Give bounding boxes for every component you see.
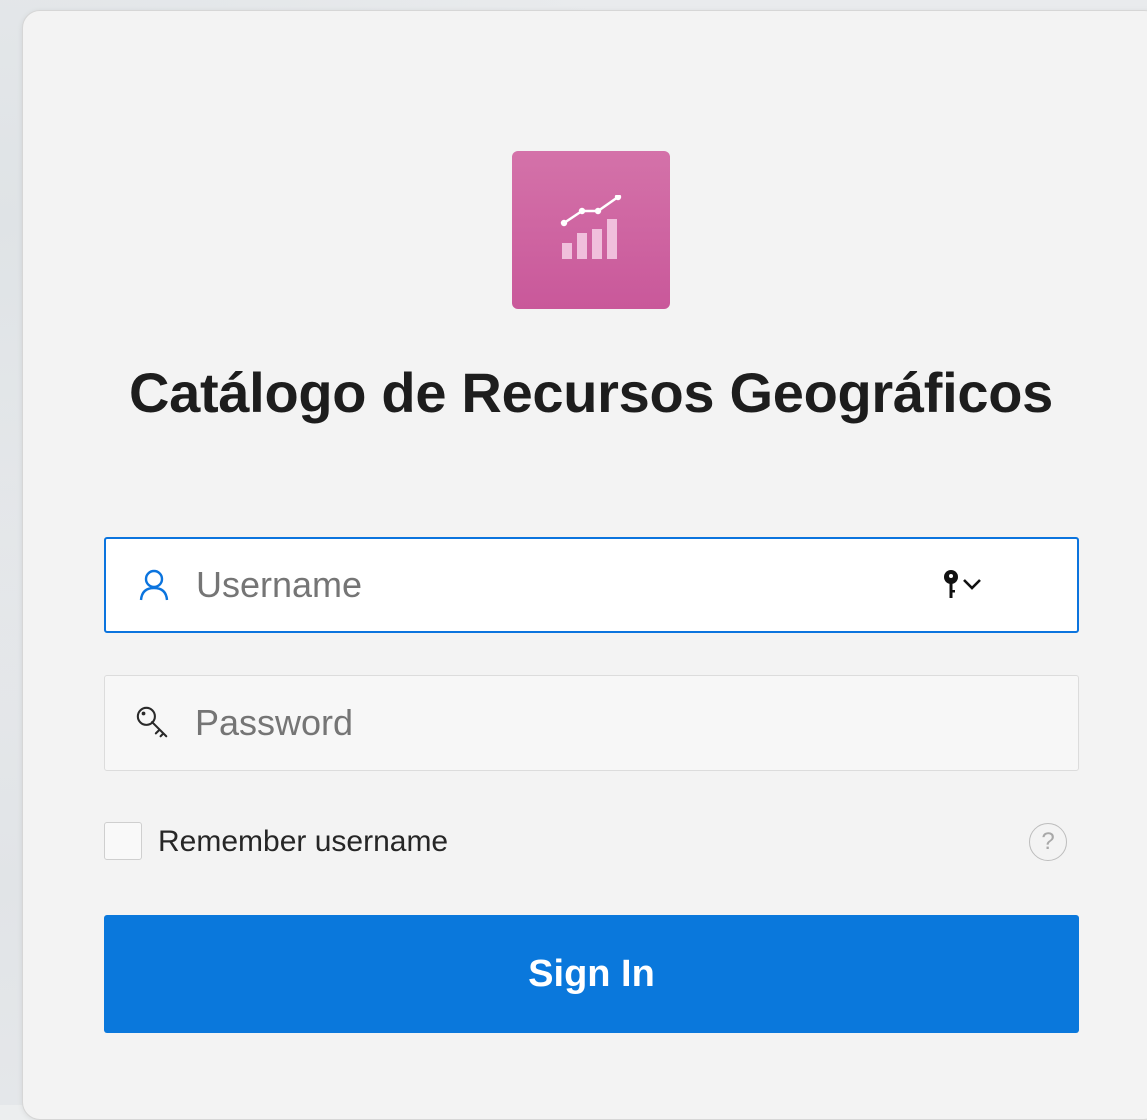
username-input[interactable] xyxy=(196,539,896,631)
key-icon xyxy=(135,705,171,741)
user-icon xyxy=(136,567,172,603)
remember-checkbox[interactable] xyxy=(104,822,142,860)
app-logo xyxy=(512,151,670,309)
sign-in-button[interactable]: Sign In xyxy=(104,915,1079,1033)
username-field[interactable] xyxy=(104,537,1079,633)
password-field[interactable] xyxy=(104,675,1079,771)
keychain-autofill-icon[interactable] xyxy=(942,568,990,602)
help-icon[interactable]: ? xyxy=(1029,823,1067,861)
chart-bars-trend-icon xyxy=(560,195,622,259)
app-title: Catálogo de Recursos Geográficos xyxy=(129,361,1053,424)
remember-label[interactable]: Remember username xyxy=(158,824,448,860)
password-input[interactable] xyxy=(195,676,895,770)
remember-row: Remember username ? xyxy=(104,822,1079,862)
